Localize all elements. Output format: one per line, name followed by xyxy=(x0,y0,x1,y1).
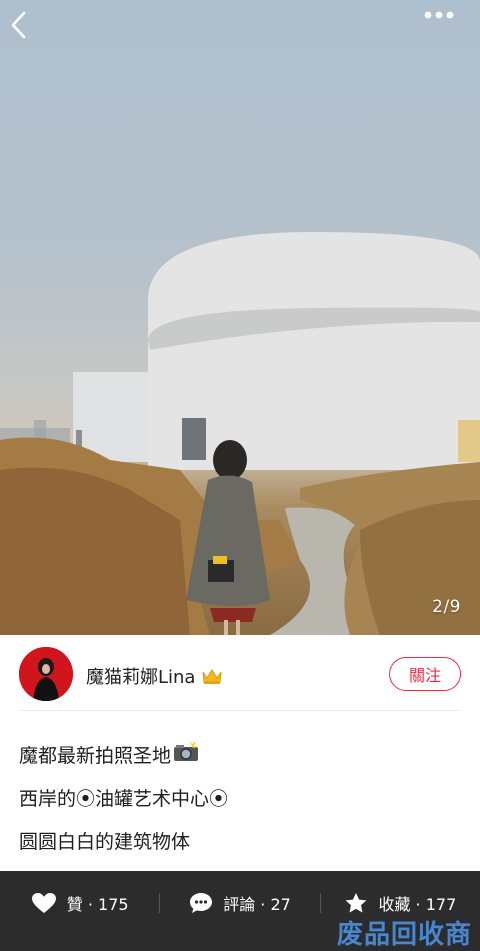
follow-button[interactable]: 關注 xyxy=(389,657,461,691)
author-row: 魔猫莉娜Lina 關注 xyxy=(0,635,480,711)
post-line-text: 圆圆白白的建筑物体 xyxy=(19,830,191,853)
author-name-text: 魔猫莉娜Lina xyxy=(86,667,196,688)
avatar-image xyxy=(19,647,73,701)
post-line: 西岸的⦿油罐艺术中心⦿ xyxy=(19,777,459,820)
post-line: 圆圆白白的建筑物体 xyxy=(19,820,459,863)
favorite-label: 收藏 · 177 xyxy=(378,895,457,914)
comment-icon xyxy=(190,893,213,913)
divider xyxy=(19,710,461,711)
camera-flash-icon xyxy=(174,740,199,761)
camera-icon xyxy=(173,740,199,771)
more-button[interactable] xyxy=(424,10,464,46)
avatar[interactable] xyxy=(19,647,73,701)
chevron-left-icon xyxy=(11,11,26,39)
post-line: 魔都最新拍照圣地 xyxy=(19,734,459,777)
post-line-text: 西岸的⦿油罐艺术中心⦿ xyxy=(19,787,229,810)
post-line-text: 魔都最新拍照圣地 xyxy=(19,744,172,767)
like-button[interactable]: 贊 · 175 xyxy=(0,871,159,935)
watermark: 废品回收商 xyxy=(336,920,472,950)
crown-icon xyxy=(202,669,222,684)
heart-icon xyxy=(31,893,56,913)
comment-button[interactable]: 評論 · 27 xyxy=(160,871,319,935)
back-button[interactable] xyxy=(8,10,48,46)
more-dots-icon xyxy=(424,11,454,19)
author-name[interactable]: 魔猫莉娜Lina xyxy=(86,663,223,689)
photo-counter: 2/9 xyxy=(432,597,461,617)
post-body: 魔都最新拍照圣地 西岸的⦿油罐艺术中心⦿ 圆圆白白的建筑物体 xyxy=(19,734,459,863)
like-label: 贊 · 175 xyxy=(66,895,129,914)
comment-label: 評論 · 27 xyxy=(223,895,291,914)
star-icon xyxy=(346,892,367,912)
post-photo[interactable]: 2/9 xyxy=(0,0,480,635)
photo-illustration xyxy=(0,232,480,635)
action-bar: 贊 · 175 評論 · 27 收藏 · 177 废品回收商 xyxy=(0,871,480,951)
